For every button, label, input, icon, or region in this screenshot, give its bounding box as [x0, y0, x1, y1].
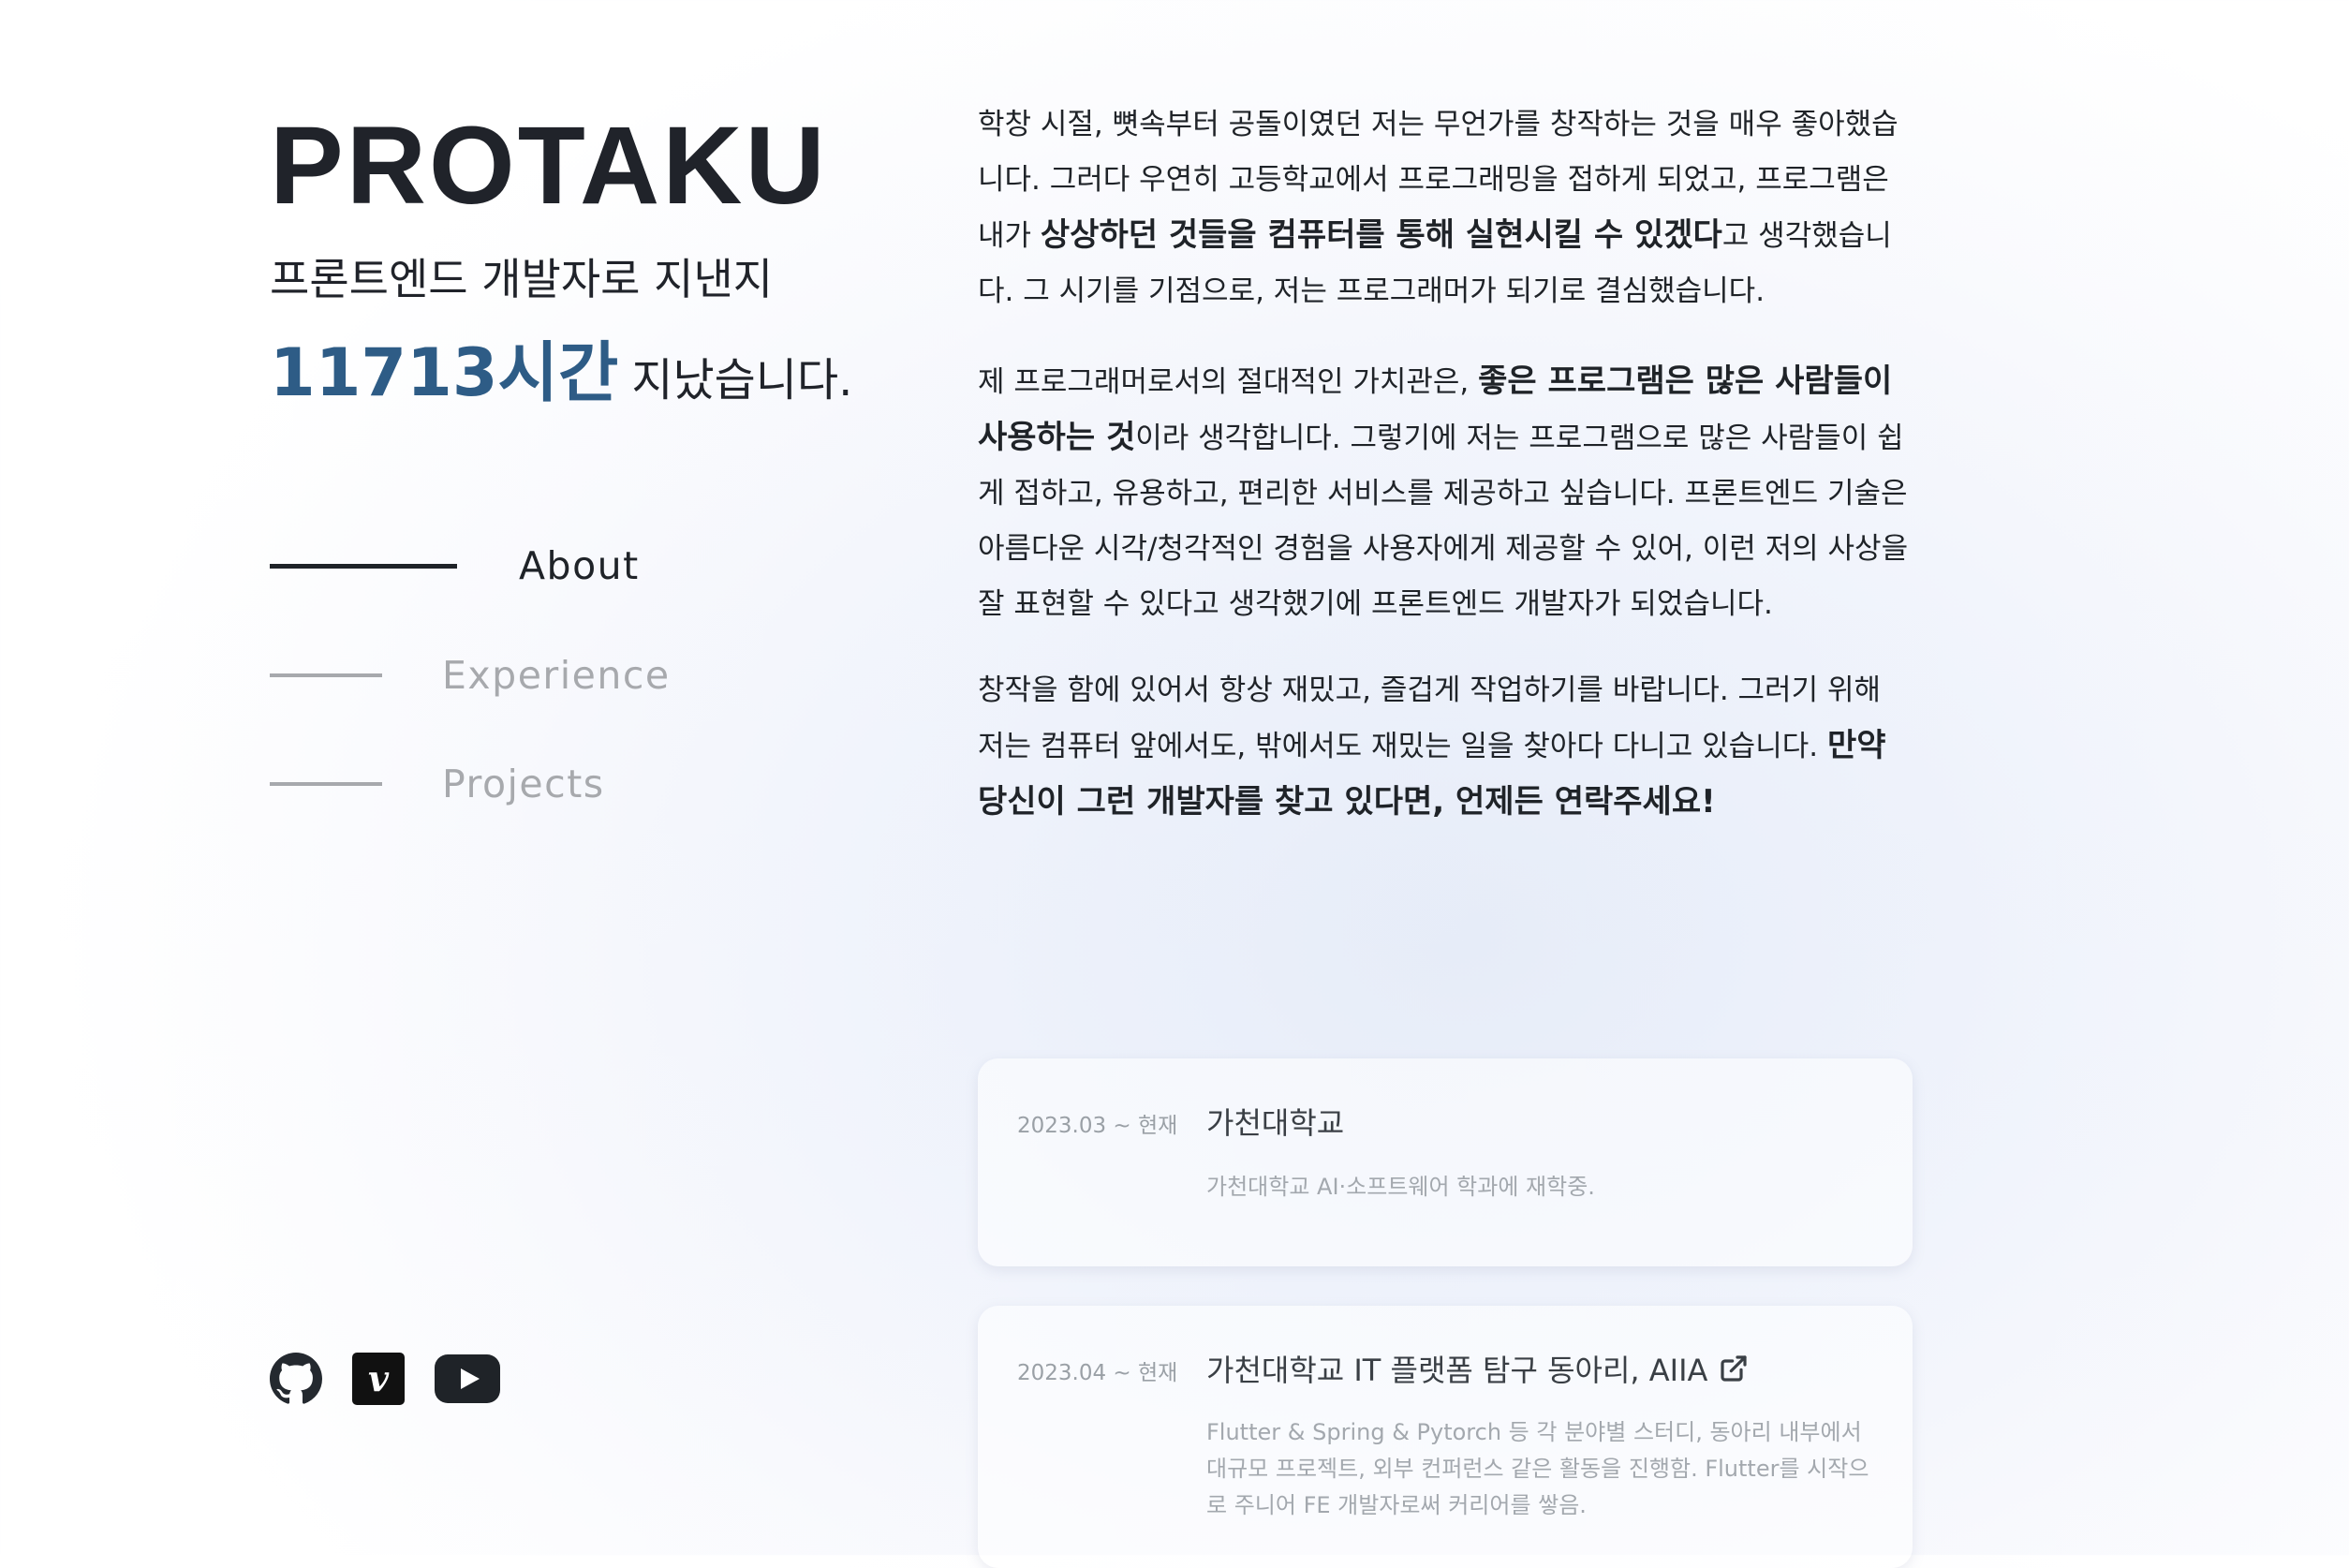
experience-card[interactable]: 2023.04 ~ 현재 가천대학교 IT 플랫폼 탐구 동아리, AIIA F…	[978, 1306, 1913, 1568]
about-paragraph-3: 창작을 함에 있어서 항상 재밌고, 즐겁게 작업하기를 바랍니다. 그러기 위…	[978, 663, 1914, 831]
emphasis-text: 상상하던 것들을 컴퓨터를 통해 실현시킬 수 있겠다	[1040, 216, 1722, 254]
experience-date: 2023.04 ~ 현재	[1017, 1361, 1178, 1385]
experience-date: 2023.03 ~ 현재	[1017, 1114, 1178, 1138]
external-link-icon[interactable]	[1719, 1354, 1749, 1383]
text-span: 제 프로그래머로서의 절대적인 가치관은,	[978, 365, 1479, 399]
youtube-icon[interactable]	[435, 1354, 500, 1403]
about-paragraph-2: 제 프로그래머로서의 절대적인 가치관은, 좋은 프로그램은 많은 사람들이 사…	[978, 354, 1914, 632]
vimeo-icon[interactable]: v	[352, 1353, 405, 1405]
text-span: 창작을 함에 있어서 항상 재밌고, 즐겁게 작업하기를 바랍니다. 그러기 위…	[978, 673, 1881, 763]
nav-label: Experience	[442, 653, 671, 698]
nav-item-experience[interactable]: Experience	[270, 653, 671, 698]
hours-value: 11713시간	[270, 334, 619, 411]
hours-counter: 11713시간 지났습니다.	[270, 320, 852, 415]
nav-indicator	[270, 673, 382, 677]
experience-title-text: 가천대학교 IT 플랫폼 탐구 동아리, AIIA	[1206, 1353, 1708, 1388]
nav-item-about[interactable]: About	[270, 543, 640, 588]
brand-title: PROTAKU	[270, 104, 828, 228]
svg-text:v: v	[368, 1357, 390, 1399]
experience-title-text: 가천대학교	[1206, 1105, 1345, 1141]
nav-item-projects[interactable]: Projects	[270, 762, 605, 806]
experience-card[interactable]: 2023.03 ~ 현재 가천대학교 가천대학교 AI·소프트웨어 학과에 재학…	[978, 1058, 1913, 1266]
nav-indicator	[270, 563, 457, 569]
experience-title: 가천대학교 IT 플랫폼 탐구 동아리, AIIA	[1206, 1347, 1749, 1390]
nav-label: About	[519, 543, 640, 588]
nav-indicator	[270, 782, 382, 786]
experience-description: 가천대학교 AI·소프트웨어 학과에 재학중.	[1206, 1174, 1595, 1200]
about-paragraph-1: 학창 시절, 뼛속부터 공돌이였던 저는 무언가를 창작하는 것을 매우 좋아했…	[978, 97, 1914, 319]
experience-description: Flutter & Spring & Pytorch 등 각 분야별 스터디, …	[1206, 1419, 1869, 1518]
nav-label: Projects	[442, 762, 605, 806]
hours-suffix: 지났습니다.	[631, 354, 853, 407]
subtitle: 프론트엔드 개발자로 지낸지	[270, 254, 774, 304]
social-links: v	[270, 1353, 530, 1405]
github-icon[interactable]	[270, 1353, 322, 1405]
experience-title: 가천대학교	[1206, 1100, 1344, 1143]
